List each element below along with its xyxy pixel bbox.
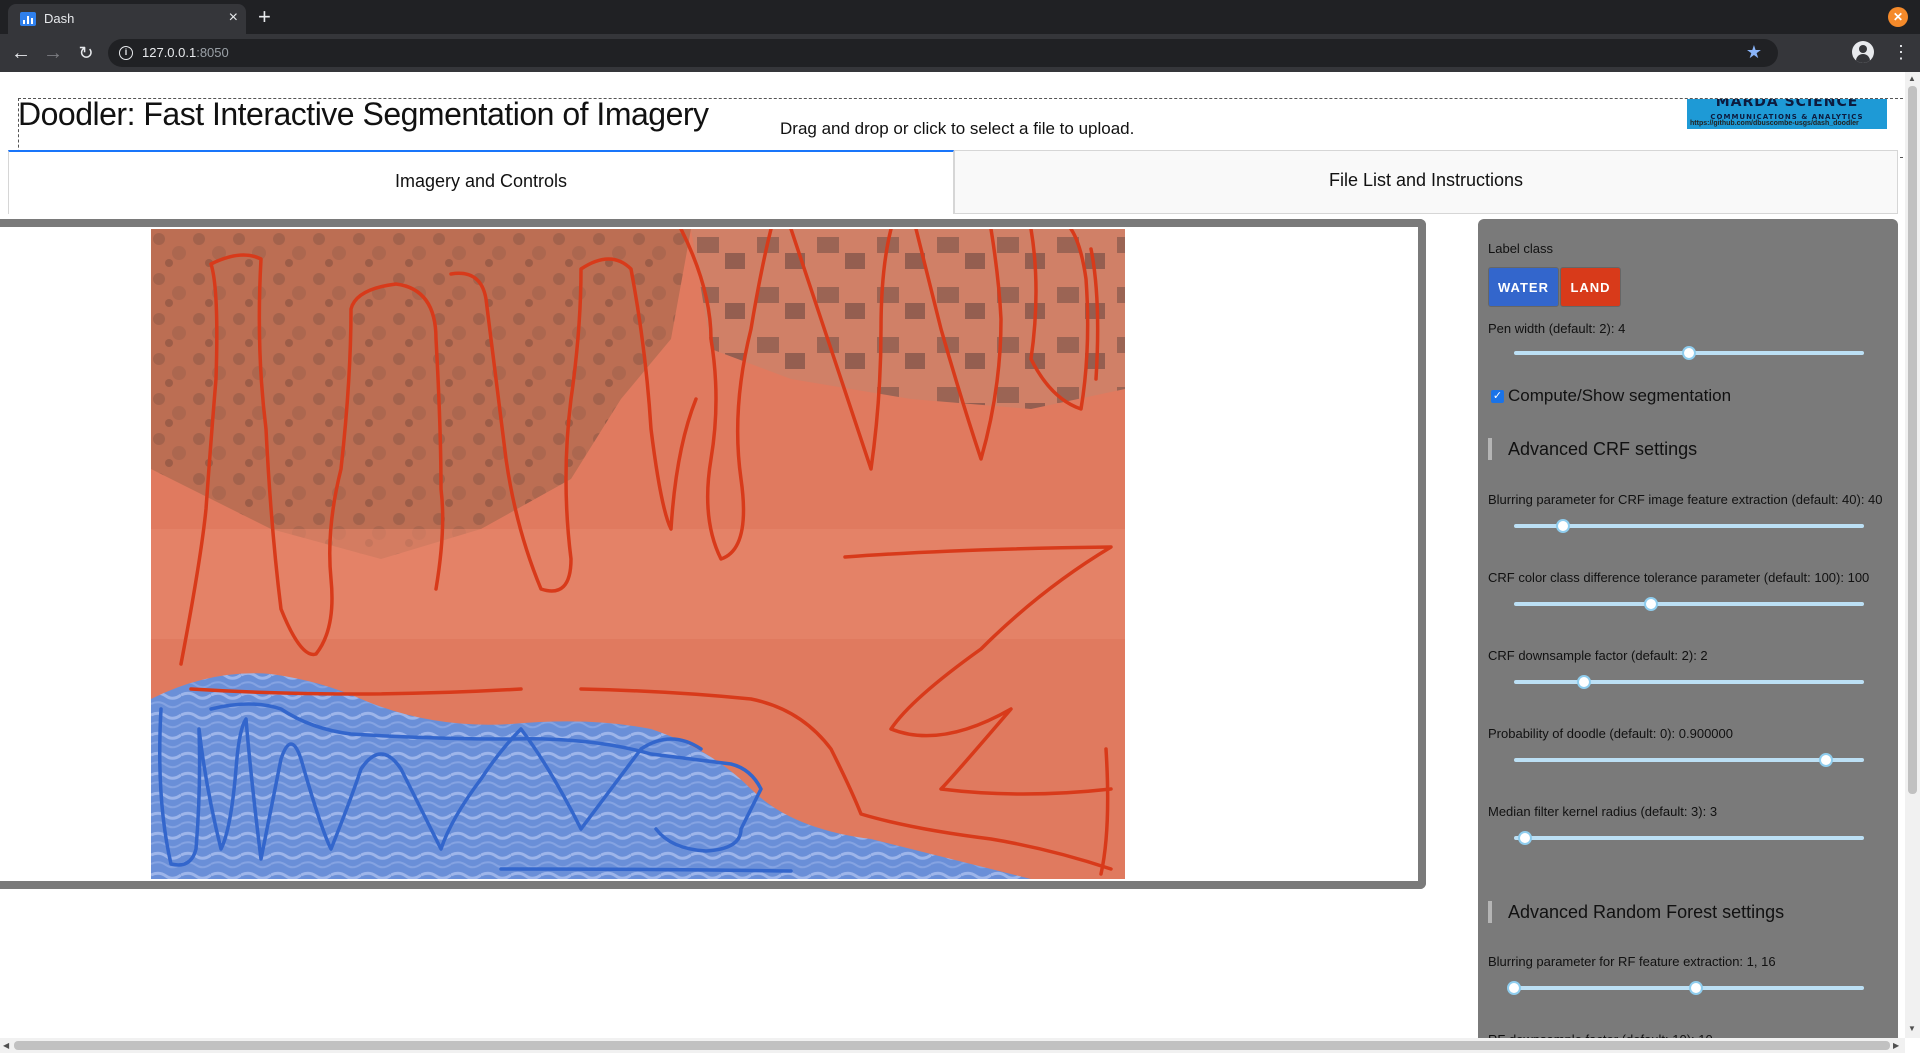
rf-blur-range-handle-high[interactable] <box>1689 981 1703 995</box>
rf-blur-label: Blurring parameter for RF feature extrac… <box>1488 954 1776 969</box>
profile-icon[interactable] <box>1852 41 1874 63</box>
rf-settings-heading: Advanced Random Forest settings <box>1488 901 1784 923</box>
scroll-left-icon[interactable]: ◀ <box>3 1041 9 1050</box>
close-tab-icon[interactable]: × <box>229 9 238 27</box>
doodle-image-canvas[interactable] <box>151 227 1125 879</box>
crf-tolerance-label: CRF color class difference tolerance par… <box>1488 570 1870 585</box>
controls-panel: Label class WATER LAND Pen width (defaul… <box>1478 219 1898 1053</box>
pen-width-slider[interactable] <box>1514 346 1864 360</box>
doodle-probability-slider-handle[interactable] <box>1818 753 1833 767</box>
tab-file-list-and-instructions[interactable]: File List and Instructions <box>954 150 1898 214</box>
pen-width-label: Pen width (default: 2): 4 <box>1488 321 1626 336</box>
browser-tab-strip: Dash × + ✕ <box>0 0 1920 34</box>
label-class-title: Label class <box>1488 241 1554 256</box>
compute-segmentation-label[interactable]: Compute/Show segmentation <box>1508 386 1731 406</box>
pen-width-slider-handle[interactable] <box>1682 346 1696 360</box>
horizontal-scrollbar[interactable]: ◀ ▶ <box>0 1038 1905 1053</box>
window-close-icon[interactable]: ✕ <box>1888 7 1908 27</box>
crf-blur-slider[interactable] <box>1514 519 1864 533</box>
median-filter-slider-handle[interactable] <box>1517 831 1532 845</box>
browser-tab-title: Dash <box>44 11 75 26</box>
crf-blur-slider-handle[interactable] <box>1556 519 1570 533</box>
rf-blur-range-handle-low[interactable] <box>1507 981 1521 995</box>
upload-instructions[interactable]: Drag and drop or click to select a file … <box>780 119 1134 139</box>
new-tab-button[interactable]: + <box>258 4 271 30</box>
segmentation-image[interactable] <box>151 227 1125 879</box>
back-arrow-icon[interactable]: ← <box>8 40 34 66</box>
crf-blur-label: Blurring parameter for CRF image feature… <box>1488 492 1883 507</box>
median-filter-slider[interactable] <box>1514 831 1864 845</box>
scroll-right-icon[interactable]: ▶ <box>1893 1041 1899 1050</box>
star-icon[interactable]: ★ <box>1746 42 1762 63</box>
crf-downsample-slider-handle[interactable] <box>1577 675 1591 689</box>
crf-settings-heading: Advanced CRF settings <box>1488 438 1697 460</box>
water-class-button[interactable]: WATER <box>1488 267 1559 307</box>
scroll-up-icon[interactable]: ▲ <box>1908 74 1916 83</box>
land-class-button[interactable]: LAND <box>1560 267 1621 307</box>
crf-downsample-slider[interactable] <box>1514 675 1864 689</box>
crf-tolerance-slider[interactable] <box>1514 597 1864 611</box>
page-tabs: Imagery and Controls File List and Instr… <box>8 150 1898 214</box>
reload-icon[interactable]: ↻ <box>73 40 99 66</box>
browser-toolbar: ← → ↻ i 127.0.0.1:8050 ★ ⋮ <box>0 34 1920 72</box>
dash-favicon-icon <box>20 12 36 26</box>
compute-segmentation-checkbox[interactable]: ✓ <box>1491 390 1504 403</box>
browser-tab[interactable]: Dash × <box>8 4 246 34</box>
doodle-probability-label: Probability of doodle (default: 0): 0.90… <box>1488 726 1734 741</box>
info-icon[interactable]: i <box>119 46 133 60</box>
rf-blur-range-slider[interactable] <box>1507 981 1864 995</box>
page-title: Doodler: Fast Interactive Segmentation o… <box>18 96 709 132</box>
beach-region <box>151 529 1125 639</box>
doodle-probability-slider[interactable] <box>1514 753 1864 767</box>
menu-icon[interactable]: ⋮ <box>1892 42 1910 62</box>
address-bar[interactable]: i 127.0.0.1:8050 ★ <box>108 39 1778 67</box>
vertical-scrollbar[interactable]: ▲ ▼ <box>1905 72 1920 1038</box>
forward-arrow-icon[interactable]: → <box>40 40 66 66</box>
vertical-scroll-thumb[interactable] <box>1908 86 1917 794</box>
crf-downsample-label: CRF downsample factor (default: 2): 2 <box>1488 648 1708 663</box>
horizontal-scroll-thumb[interactable] <box>14 1041 1890 1050</box>
tab-imagery-and-controls[interactable]: Imagery and Controls <box>8 150 954 214</box>
url-text[interactable]: 127.0.0.1:8050 <box>142 45 229 60</box>
scroll-down-icon[interactable]: ▼ <box>1908 1024 1916 1033</box>
median-filter-label: Median filter kernel radius (default: 3)… <box>1488 804 1718 819</box>
crf-tolerance-slider-handle[interactable] <box>1643 597 1658 611</box>
logo-url-text: https://github.com/dbuscombe-usgs/dash_d… <box>1690 120 1859 127</box>
